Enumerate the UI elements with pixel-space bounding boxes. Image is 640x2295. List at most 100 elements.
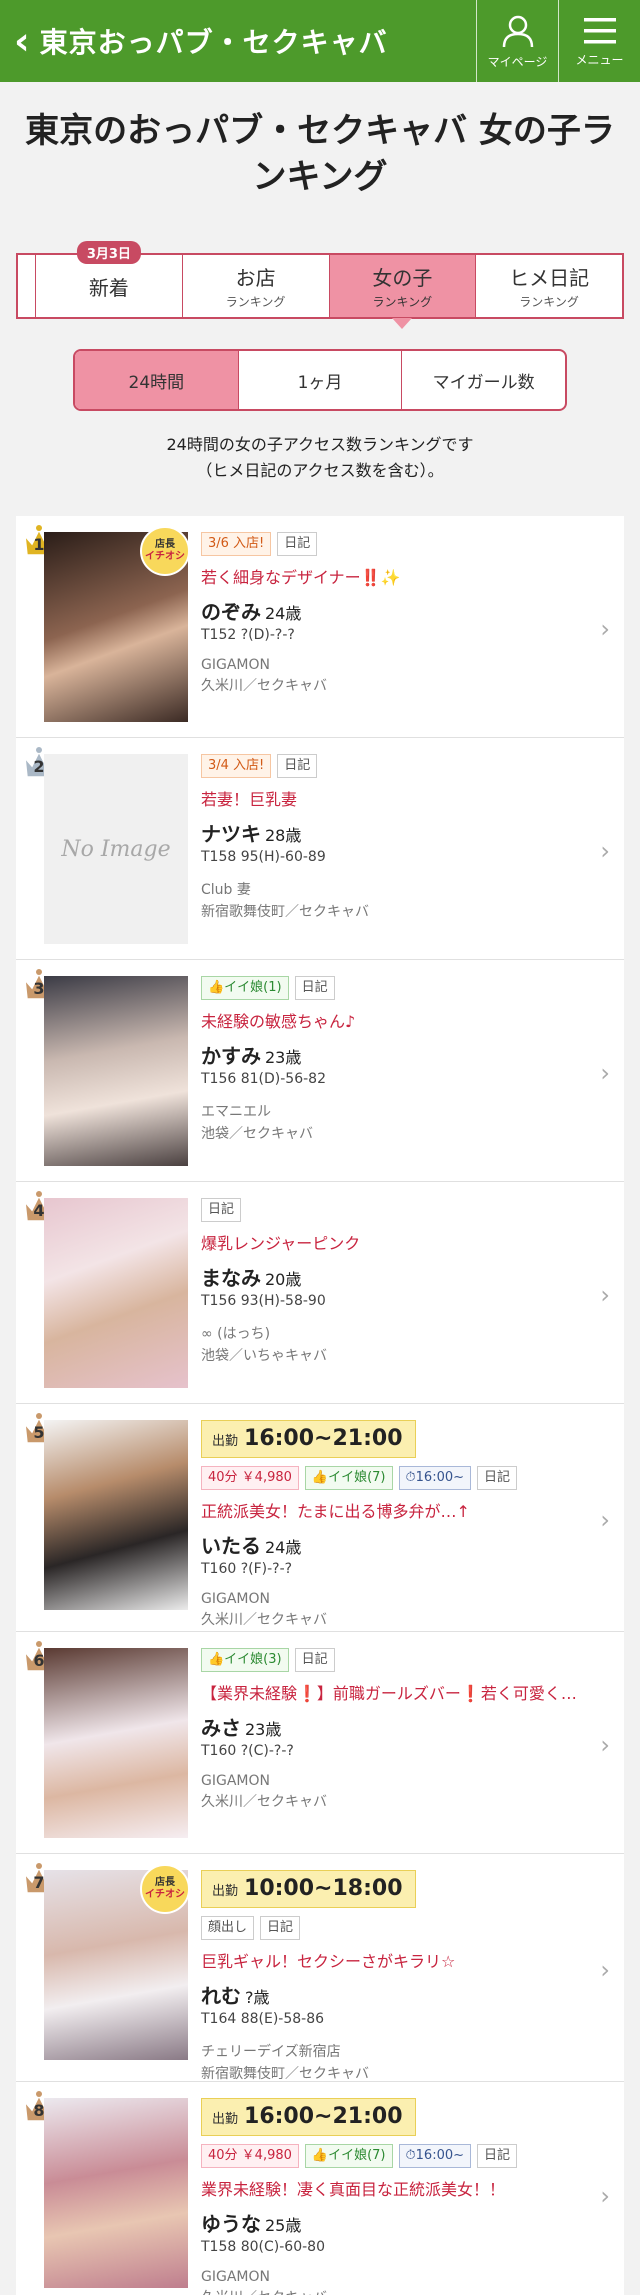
girl-info: 3/6 入店! 日記 若く細身なデザイナー‼️✨ のぞみ 24歳 T152 ?(D)-?-… [201, 532, 584, 695]
ranking-card[interactable]: 5 出勤 16:00~21:00 40分 ￥4,980 👍イイ娘(7) ⏱16:00~ 日記… [16, 1404, 624, 1632]
period-24h[interactable]: 24時間 [75, 351, 239, 409]
girl-photo[interactable] [44, 1198, 188, 1388]
tab-diary-ranking[interactable]: ヒメ日記 ランキング [476, 255, 622, 317]
diary-tag: 顔出し [201, 1916, 255, 1940]
chevron-right-icon[interactable]: › [600, 837, 610, 865]
catchphrase: 未経験の敏感ちゃん♪ [201, 1012, 356, 1031]
shop-name: ∞ (はっち) [201, 1326, 271, 1342]
age-text: 28歳 [265, 826, 302, 845]
shop-name: GIGAMON [201, 1773, 270, 1789]
time-tag: ⏱16:00~ [398, 1466, 472, 1490]
name-text: まなみ [201, 1266, 261, 1290]
iiko-tag: 👍イイ娘(3) [201, 1648, 289, 1672]
manager-pick-badge: 店長 イチオシ [140, 1864, 190, 1914]
tab-girl-ranking[interactable]: 女の子 ランキング [329, 255, 477, 329]
chevron-right-icon[interactable]: › [600, 1281, 610, 1309]
iiko-tag: 👍イイ娘(7) [304, 2144, 393, 2168]
girl-info: 👍イイ娘(1) 日記 未経験の敏感ちゃん♪ かすみ 23歳 T156 81(D)-56-8… [201, 976, 584, 1143]
ranking-card[interactable]: 2 No Image 3/4 入店! 日記 若妻！巨乳妻 ナツキ 28歳 T158 95(H)… [16, 738, 624, 960]
new-date-badge: 3月3日 [76, 241, 141, 264]
girl-name: ゆうな 25歳 [201, 2208, 584, 2237]
description-line2: （ヒメ日記のアクセス数を含む）。 [196, 461, 444, 480]
user-icon [502, 15, 533, 47]
ranking-description: 24時間の女の子アクセス数ランキングです （ヒメ日記のアクセス数を含む）。 [0, 432, 640, 484]
tab-girl-label: 女の子 [372, 266, 433, 290]
chevron-right-icon[interactable]: › [600, 2182, 610, 2210]
catchphrase: 業界未経験！凄く真面目な正統派美女！！ [201, 2180, 506, 2199]
tab-shop-label: お店 [235, 266, 276, 290]
girl-photo[interactable]: No Image [44, 754, 188, 944]
header-back-link[interactable]: ‹ 東京おっパブ・セクキャバ [0, 0, 476, 82]
tab-shop-sublabel: ランキング [225, 295, 286, 309]
ranking-list: 1 店長 イチオシ 3/6 入店! 日記 若く細身なデザイナー‼️✨ のぞみ 24歳 T152 … [16, 516, 624, 2295]
age-text: 20歳 [265, 1270, 302, 1289]
ranking-card[interactable]: 4 日記 爆乳レンジャーピンク まなみ 20歳 T156 93(H)-58-90 ∞ (はっ… [16, 1182, 624, 1404]
tag-row: 3/6 入店! 日記 [201, 532, 584, 556]
ranking-card[interactable]: 7 店長 イチオシ 出勤 10:00~18:00 顔出し 日記 巨乳ギャル！セクシーさがキラリ… [16, 1854, 624, 2082]
badge-top: 店長 [155, 539, 175, 550]
chevron-right-icon[interactable]: › [600, 1956, 610, 1984]
work-label: 出勤 [212, 2112, 239, 2127]
girl-photo[interactable] [44, 976, 188, 1166]
mypage-button[interactable]: マイページ [476, 0, 558, 82]
diary-tag: 日記 [477, 2144, 518, 2168]
girl-photo[interactable] [44, 1648, 188, 1838]
tag-row: 3/4 入店! 日記 [201, 754, 584, 778]
work-label: 出勤 [212, 1884, 239, 1899]
catchphrase: 【業界未経験❗️】前職ガールズバー❗️若く可愛く… [201, 1684, 577, 1703]
ranking-card[interactable]: 8 出勤 16:00~21:00 40分 ￥4,980 👍イイ娘(7) ⏱16:00~ 日記… [16, 2082, 624, 2295]
ranking-card[interactable]: 3 👍イイ娘(1) 日記 未経験の敏感ちゃん♪ かすみ 23歳 T156 81(D)-56-… [16, 960, 624, 1182]
shop-area: 久米川／セクキャバ [201, 2287, 584, 2295]
shop-area: 久米川／セクキャバ [201, 1612, 327, 1628]
girl-info: 出勤 16:00~21:00 40分 ￥4,980 👍イイ娘(7) ⏱16:00~ 日記業… [201, 2098, 584, 2295]
period-mygirl[interactable]: マイガール数 [402, 351, 565, 409]
new-tag: 3/6 入店! [201, 532, 272, 556]
chevron-right-icon[interactable]: › [600, 615, 610, 643]
ranking-card[interactable]: 1 店長 イチオシ 3/6 入店! 日記 若く細身なデザイナー‼️✨ のぞみ 24歳 T152 … [16, 516, 624, 738]
tag-row: 日記 [201, 1198, 584, 1222]
girl-photo[interactable] [44, 1420, 188, 1610]
description-line1: 24時間の女の子アクセス数ランキングです [166, 435, 474, 454]
shop-name: Club 妻 [201, 882, 251, 898]
chevron-right-icon[interactable]: › [600, 1506, 610, 1534]
age-text: 25歳 [265, 2216, 302, 2235]
ranking-card[interactable]: 6 👍イイ娘(3) 日記 【業界未経験❗️】前職ガールズバー❗️若く可愛く… みさ 23歳… [16, 1632, 624, 1854]
body-spec: T152 ?(D)-?-? [201, 627, 295, 643]
girl-name: ナツキ 28歳 [201, 818, 584, 847]
catchphrase: 正統派美女！たまに出る博多弁が…↑ [201, 1502, 470, 1521]
girl-photo[interactable] [44, 2098, 188, 2288]
name-text: れむ [201, 1984, 241, 2008]
body-spec: T160 ?(F)-?-? [201, 1561, 293, 1577]
tab-diary-label: ヒメ日記 [509, 266, 590, 290]
tab-shop-ranking[interactable]: お店 ランキング [183, 255, 330, 317]
diary-tag: 日記 [294, 1648, 335, 1672]
header-title: 東京おっパブ・セクキャバ [39, 26, 388, 59]
tab-prev[interactable] [18, 255, 36, 317]
diary-tag: 日記 [294, 976, 335, 1000]
body-spec: T164 88(E)-58-86 [201, 2011, 325, 2027]
work-time-badge: 出勤 16:00~21:00 [201, 2098, 416, 2136]
age-text: 23歳 [245, 1720, 282, 1739]
diary-tag: 日記 [277, 532, 318, 556]
shop-area: 池袋／セクキャバ [201, 1126, 313, 1142]
girl-name: みさ 23歳 [201, 1712, 584, 1741]
price-tag: 40分 ￥4,980 [201, 1466, 299, 1490]
menu-button[interactable]: メニュー [558, 0, 640, 82]
age-text: 23歳 [265, 1048, 302, 1067]
no-image-placeholder: No Image [44, 754, 188, 944]
period-1month[interactable]: 1ヶ月 [239, 351, 403, 409]
chevron-right-icon[interactable]: › [600, 1731, 610, 1759]
body-spec: T156 81(D)-56-82 [201, 1071, 326, 1087]
chevron-right-icon[interactable]: › [600, 1059, 610, 1087]
chevron-left-icon[interactable]: ‹ [14, 22, 30, 60]
category-tabs: 3月3日 新着 お店 ランキング 女の子 ランキング ヒメ日記 ランキング [16, 241, 624, 329]
badge-bottom: イチオシ [145, 1889, 185, 1900]
tab-new[interactable]: 3月3日 新着 [36, 241, 183, 317]
body-spec: T158 80(C)-60-80 [201, 2239, 325, 2255]
work-time-badge: 出勤 10:00~18:00 [201, 1870, 416, 1908]
photo-image [44, 1648, 188, 1838]
catchphrase: 爆乳レンジャーピンク [201, 1234, 361, 1253]
name-text: のぞみ [201, 600, 261, 624]
shop-name: チェリーデイズ新宿店 [201, 2044, 341, 2060]
shop-area: 久米川／セクキャバ [201, 678, 327, 694]
